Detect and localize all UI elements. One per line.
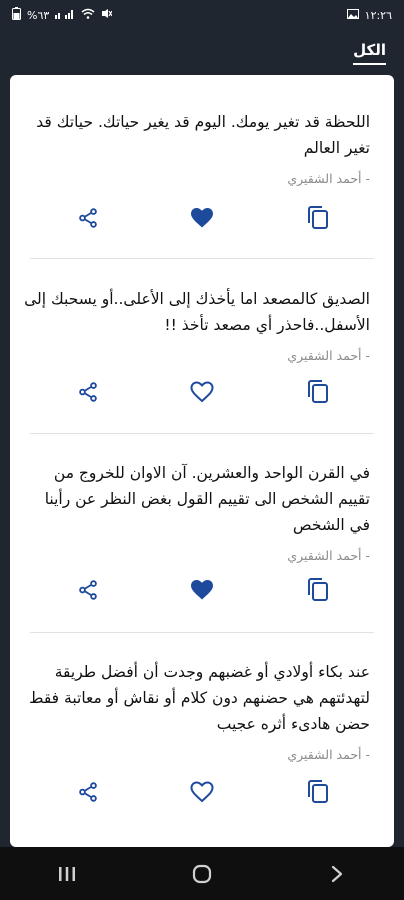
copy-icon bbox=[308, 206, 328, 229]
quote-text: عند بكاء أولادي أو غضبهم وجدت أن أفضل طر… bbox=[29, 663, 370, 733]
quote-text: الصديق كالمصعد اما يأخذك إلى الأعلى..أو … bbox=[24, 290, 370, 334]
recent-apps-icon bbox=[59, 866, 76, 881]
battery-percent: %٦٣ bbox=[27, 8, 50, 22]
home-icon bbox=[192, 864, 212, 883]
divider bbox=[30, 433, 374, 434]
like-button[interactable] bbox=[187, 575, 217, 605]
heart-outline-icon bbox=[190, 381, 214, 403]
copy-icon bbox=[308, 380, 328, 403]
quote-item: في القرن الواحد والعشرين. آن الاوان للخر… bbox=[24, 460, 380, 563]
quote-item: اللحظة قد تغير يومك. اليوم قد يغير حياتك… bbox=[24, 109, 380, 186]
heart-outline-icon bbox=[190, 781, 214, 803]
share-icon bbox=[79, 580, 97, 600]
back-button[interactable] bbox=[317, 854, 357, 894]
quote-actions bbox=[10, 377, 394, 409]
quote-text: اللحظة قد تغير يومك. اليوم قد يغير حياتك… bbox=[36, 113, 370, 157]
share-icon bbox=[79, 208, 97, 228]
copy-icon bbox=[308, 578, 328, 601]
signal-icon bbox=[55, 8, 75, 22]
divider bbox=[30, 632, 374, 633]
status-left: %٦٣ bbox=[12, 7, 113, 23]
divider bbox=[30, 258, 374, 259]
copy-button[interactable] bbox=[303, 377, 333, 407]
wifi-icon bbox=[81, 8, 95, 22]
mute-icon bbox=[101, 8, 113, 22]
app-header: الكل bbox=[0, 30, 404, 75]
quote-actions bbox=[10, 203, 394, 235]
quote-item: عند بكاء أولادي أو غضبهم وجدت أن أفضل طر… bbox=[24, 659, 380, 762]
share-button[interactable] bbox=[73, 203, 103, 233]
heart-filled-icon bbox=[191, 208, 213, 228]
gallery-icon bbox=[346, 8, 359, 22]
copy-button[interactable] bbox=[303, 575, 333, 605]
chevron-right-icon bbox=[331, 865, 342, 882]
quote-author: - أحمد الشقيري bbox=[287, 548, 370, 563]
quote-actions bbox=[10, 777, 394, 809]
quote-author: - أحمد الشقيري bbox=[287, 747, 370, 762]
heart-filled-icon bbox=[191, 580, 213, 600]
status-right: ١٢:٢٦ bbox=[346, 8, 392, 22]
status-bar: %٦٣ ١٢:٢٦ bbox=[0, 0, 404, 30]
copy-button[interactable] bbox=[303, 777, 333, 807]
like-button[interactable] bbox=[187, 777, 217, 807]
quote-author: - أحمد الشقيري bbox=[287, 171, 370, 186]
share-button[interactable] bbox=[73, 575, 103, 605]
like-button[interactable] bbox=[187, 377, 217, 407]
share-button[interactable] bbox=[73, 777, 103, 807]
battery-icon bbox=[12, 7, 21, 23]
share-icon bbox=[79, 782, 97, 802]
like-button[interactable] bbox=[187, 203, 217, 233]
copy-icon bbox=[308, 780, 328, 803]
tab-all[interactable]: الكل bbox=[353, 41, 386, 65]
quote-actions bbox=[10, 575, 394, 607]
recent-apps-button[interactable] bbox=[47, 854, 87, 894]
quote-author: - أحمد الشقيري bbox=[287, 348, 370, 363]
copy-button[interactable] bbox=[303, 203, 333, 233]
quotes-list[interactable]: اللحظة قد تغير يومك. اليوم قد يغير حياتك… bbox=[10, 75, 394, 847]
quote-text: في القرن الواحد والعشرين. آن الاوان للخر… bbox=[44, 464, 370, 534]
quote-item: الصديق كالمصعد اما يأخذك إلى الأعلى..أو … bbox=[24, 286, 380, 363]
share-button[interactable] bbox=[73, 377, 103, 407]
home-button[interactable] bbox=[182, 854, 222, 894]
status-time: ١٢:٢٦ bbox=[364, 8, 392, 22]
system-nav-bar bbox=[0, 847, 404, 900]
share-icon bbox=[79, 382, 97, 402]
